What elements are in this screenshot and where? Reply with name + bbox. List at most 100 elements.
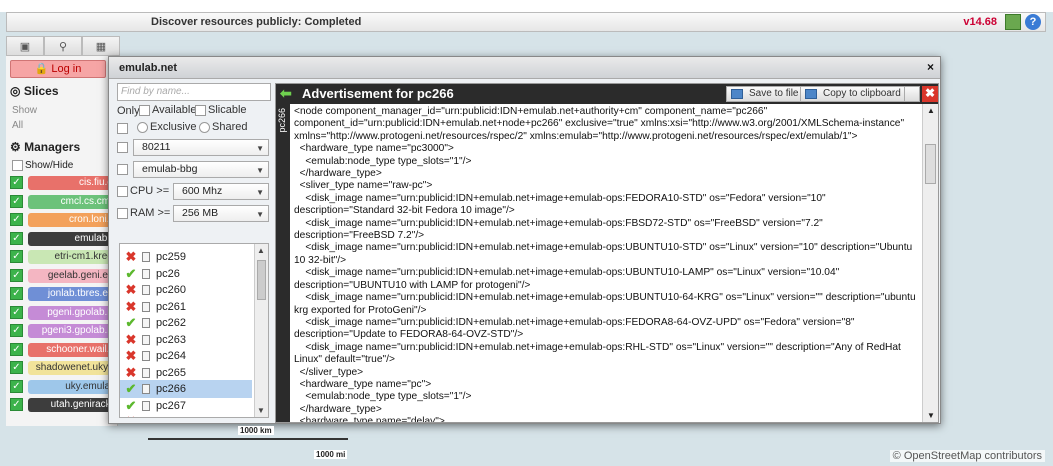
node-row[interactable]: ✖ pc264 <box>120 347 252 365</box>
document-icon[interactable] <box>142 417 150 418</box>
document-icon[interactable] <box>142 301 150 312</box>
node-row[interactable]: ✔ pc267 <box>120 397 252 415</box>
chevron-down-icon: ▼ <box>256 188 264 197</box>
exclusive-radio[interactable]: Exclusive <box>137 121 196 133</box>
manager-row[interactable]: ✓ shadowenet.uky.em <box>10 361 128 375</box>
check-icon[interactable]: ✓ <box>10 398 23 411</box>
type2-select[interactable]: emulab-bbg ▼ <box>133 161 269 178</box>
node-row[interactable]: ✔ pc266 <box>120 380 252 398</box>
node-list[interactable]: ✖ pc259 ✔ pc26 ✖ pc260 ✖ pc261 ✔ pc262 ✖ pc263 ✖ pc26… <box>119 243 269 418</box>
check-icon[interactable]: ✓ <box>10 287 23 300</box>
manager-row[interactable]: ✓ cmcl.cs.cmu.e <box>10 194 128 209</box>
check-icon[interactable]: ✓ <box>10 194 23 208</box>
showhide-check-icon <box>12 160 23 171</box>
manager-row[interactable]: ✓ utah.geniracks.n <box>10 398 128 412</box>
map-credit[interactable]: © OpenStreetMap contributors <box>889 450 1045 462</box>
close-red-icon[interactable]: ✖ <box>922 86 938 102</box>
document-icon[interactable] <box>142 268 150 279</box>
check-icon[interactable]: ✓ <box>10 361 23 374</box>
document-icon[interactable] <box>142 351 150 361</box>
check-icon[interactable]: ✓ <box>10 231 23 245</box>
login-button[interactable]: 🔒 Log in <box>10 60 106 78</box>
node-row[interactable]: ✔ pc26 <box>120 265 252 283</box>
save-button[interactable]: Save to file <box>726 86 806 102</box>
scroll-thumb[interactable] <box>257 260 266 300</box>
manager-row[interactable]: ✓ emulab.net <box>10 231 128 246</box>
scroll-up-icon[interactable]: ▲ <box>927 106 935 115</box>
manager-row[interactable]: ✓ pgeni.gpolab.bbn <box>10 305 128 320</box>
type2-check-icon <box>117 163 128 175</box>
node-row[interactable]: ✖ pc260 <box>120 281 252 299</box>
ram-select[interactable]: 256 MB ▼ <box>173 205 269 222</box>
dialog-titlebar[interactable]: emulab.net × <box>109 57 940 79</box>
node-row[interactable]: ✖ pc259 <box>120 248 252 266</box>
manager-row[interactable]: ✓ schooner.wail.wis <box>10 342 128 357</box>
manager-row[interactable]: ✓ jonlab.tbres.emul <box>10 287 128 301</box>
advertisement-scrollbar[interactable]: ▲ ▼ <box>922 104 938 422</box>
check-icon: ✔ <box>125 397 137 413</box>
window-icon[interactable] <box>904 86 920 102</box>
check-icon[interactable]: ✓ <box>10 324 23 337</box>
manager-row[interactable]: ✓ cis.fiu.edu <box>10 176 128 190</box>
slices-icon: ◎ <box>10 84 21 98</box>
back-arrow-icon[interactable]: ⬅ <box>280 85 292 102</box>
scroll-down-icon[interactable]: ▼ <box>927 411 935 420</box>
manager-row[interactable]: ✓ geelab.geni.emul <box>10 268 128 283</box>
document-icon[interactable] <box>142 318 150 328</box>
type2-checkbox[interactable] <box>117 163 130 175</box>
rspec-text[interactable]: <node component_manager_id="urn:publicid… <box>294 106 920 422</box>
close-icon[interactable]: × <box>927 60 934 74</box>
scroll-down-icon[interactable]: ▼ <box>257 406 265 415</box>
scroll-thumb[interactable] <box>925 144 936 184</box>
manager-row[interactable]: ✓ pgeni3.gpolab.bbn <box>10 324 128 338</box>
type-checkbox[interactable] <box>117 122 130 134</box>
type-check-icon <box>117 122 128 134</box>
node-row[interactable]: ✔ pc262 <box>120 314 252 332</box>
document-icon[interactable] <box>142 384 150 394</box>
manager-row[interactable]: ✓ uky.emulab.n <box>10 379 128 394</box>
version-label: v14.68 <box>963 16 997 28</box>
shared-radio[interactable]: Shared <box>199 121 247 133</box>
check-icon[interactable]: ✓ <box>10 250 23 263</box>
node-row[interactable]: ✖ pc261 <box>120 298 252 316</box>
check-icon[interactable]: ✓ <box>10 342 23 356</box>
document-icon[interactable] <box>142 367 150 378</box>
check-icon[interactable]: ✓ <box>10 213 23 226</box>
node-name: pc265 <box>156 366 186 379</box>
search-input[interactable]: Find by name... <box>117 83 271 101</box>
slicable-checkbox[interactable]: Slicable <box>195 104 247 116</box>
manager-row[interactable]: ✓ cron.loni.org <box>10 213 128 227</box>
node-row[interactable]: ✖ pc263 <box>120 331 252 349</box>
document-icon[interactable] <box>142 400 150 411</box>
available-check-icon <box>139 104 150 116</box>
tab-search-icon[interactable]: ⚲ <box>44 36 82 56</box>
help-icon[interactable]: ? <box>1025 14 1041 30</box>
document-icon[interactable] <box>142 285 150 295</box>
check-icon[interactable]: ✓ <box>10 268 23 282</box>
node-name: pc267 <box>156 399 186 412</box>
slices-label: Slices <box>23 84 59 98</box>
type1-checkbox[interactable] <box>117 141 130 153</box>
document-icon[interactable] <box>142 334 150 345</box>
check-icon[interactable]: ✓ <box>10 379 23 393</box>
node-list-scrollbar[interactable]: ▲ ▼ <box>254 244 268 417</box>
node-row[interactable]: ✖ pc268 <box>120 413 252 418</box>
type1-select[interactable]: 80211 ▼ <box>133 139 269 156</box>
all-radio[interactable]: All <box>12 120 23 131</box>
grid-icon[interactable] <box>1005 14 1021 30</box>
tab-map-icon[interactable]: ▦ <box>82 36 120 56</box>
ram-checkbox[interactable]: RAM >= <box>117 207 170 219</box>
showhide-checkbox[interactable]: Show/Hide <box>12 160 73 171</box>
node-row[interactable]: ✖ pc265 <box>120 364 252 382</box>
cpu-select[interactable]: 600 Mhz ▼ <box>173 183 269 200</box>
document-icon[interactable] <box>142 252 150 262</box>
available-checkbox[interactable]: Available <box>139 104 196 116</box>
cpu-checkbox[interactable]: CPU >= <box>117 185 169 197</box>
node-name: pc268 <box>156 413 186 417</box>
manager-row[interactable]: ✓ etri-cm1.kreone <box>10 250 128 264</box>
scroll-up-icon[interactable]: ▲ <box>257 246 265 255</box>
check-icon[interactable]: ✓ <box>10 305 23 319</box>
copy-button[interactable]: Copy to clipboard <box>800 86 908 102</box>
check-icon[interactable]: ✓ <box>10 176 23 189</box>
tab-list-icon[interactable]: ▣ <box>6 36 44 56</box>
